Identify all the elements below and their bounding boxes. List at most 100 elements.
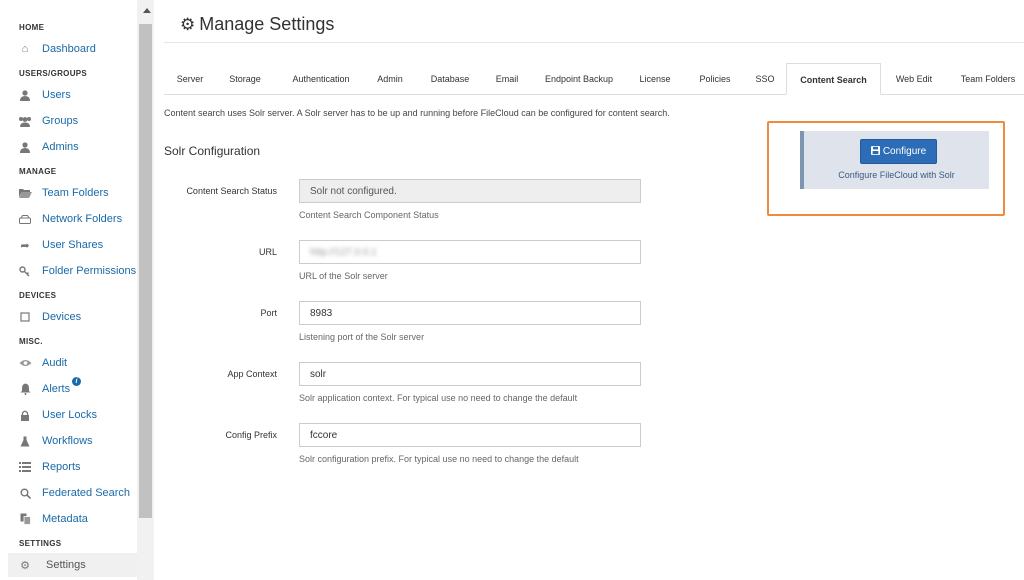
config-prefix-help: Solr configuration prefix. For typical u… xyxy=(299,454,579,464)
port-field[interactable]: 8983 xyxy=(299,301,641,325)
users-icon xyxy=(18,115,32,127)
port-label: Port xyxy=(260,308,277,318)
tab-content-search[interactable]: Content Search xyxy=(786,63,881,95)
eye-icon xyxy=(18,357,32,369)
app-context-field[interactable]: solr xyxy=(299,362,641,386)
sidebar-item-label: Workflows xyxy=(42,435,93,447)
sidebar-item-federated-search[interactable]: Federated Search xyxy=(18,484,130,502)
sidebar-item-devices[interactable]: Devices xyxy=(18,308,81,326)
section-home: HOME xyxy=(19,23,45,32)
sidebar-item-user-shares[interactable]: ➦ User Shares xyxy=(18,236,103,254)
configure-caption: Configure FileCloud with Solr xyxy=(838,170,955,180)
url-field[interactable]: http://127.0.0.1 xyxy=(299,240,641,264)
main-content: ⚙ Manage Settings Server Storage Authent… xyxy=(154,0,1024,580)
tab-sso[interactable]: SSO xyxy=(752,68,778,95)
sidebar-item-label: Admins xyxy=(42,141,79,153)
url-help: URL of the Solr server xyxy=(299,271,388,281)
scroll-up-arrow-icon[interactable] xyxy=(143,8,151,13)
tab-license[interactable]: License xyxy=(636,68,674,95)
sidebar-item-workflows[interactable]: Workflows xyxy=(18,432,93,450)
drive-icon xyxy=(18,213,32,225)
status-field: Solr not configured. xyxy=(299,179,641,203)
page-title-text: Manage Settings xyxy=(199,14,335,34)
sidebar-item-label: User Locks xyxy=(42,409,98,421)
tab-endpoint-backup[interactable]: Endpoint Backup xyxy=(540,68,618,95)
tab-database[interactable]: Database xyxy=(426,68,474,95)
bell-icon xyxy=(18,383,32,395)
tab-server[interactable]: Server xyxy=(170,68,210,95)
list-icon xyxy=(18,461,32,473)
sidebar-item-label: Settings xyxy=(46,559,86,571)
section-users-groups: USERS/GROUPS xyxy=(19,69,88,78)
gear-icon: ⚙ xyxy=(180,14,196,34)
sidebar-item-label: Alerts xyxy=(42,383,71,395)
section-devices: DEVICES xyxy=(19,291,57,300)
key-icon xyxy=(18,265,32,277)
status-label: Content Search Status xyxy=(186,186,277,196)
tab-email[interactable]: Email xyxy=(492,68,522,95)
flask-icon xyxy=(18,435,32,447)
sidebar-item-user-locks[interactable]: User Locks xyxy=(18,406,97,424)
section-settings: SETTINGS xyxy=(19,539,62,548)
port-help: Listening port of the Solr server xyxy=(299,332,425,342)
status-help: Content Search Component Status xyxy=(299,210,439,220)
gear-icon: ⚙ xyxy=(20,559,30,572)
sidebar-item-admins[interactable]: Admins xyxy=(18,138,79,156)
scrollbar-thumb[interactable] xyxy=(139,24,152,518)
sidebar: HOME ⌂ Dashboard USERS/GROUPS Users Grou… xyxy=(0,0,137,580)
tab-web-edit[interactable]: Web Edit xyxy=(890,68,938,95)
sidebar-item-label: Team Folders xyxy=(42,187,109,199)
copy-icon xyxy=(18,513,32,525)
section-manage: MANAGE xyxy=(19,167,57,176)
configure-button[interactable]: Configure xyxy=(860,139,937,164)
sidebar-item-folder-permissions[interactable]: Folder Permissions xyxy=(18,262,136,280)
device-icon xyxy=(18,311,32,323)
admin-icon xyxy=(18,141,32,153)
tab-authentication[interactable]: Authentication xyxy=(284,68,358,95)
sidebar-item-audit[interactable]: Audit xyxy=(18,354,67,372)
intro-text: Content search uses Solr server. A Solr … xyxy=(164,108,670,118)
section-title: Solr Configuration xyxy=(164,144,261,158)
page-title: ⚙ Manage Settings xyxy=(180,14,334,35)
sidebar-item-settings[interactable]: ⚙ Settings xyxy=(8,553,137,577)
sidebar-item-label: User Shares xyxy=(42,239,104,251)
user-icon xyxy=(18,89,32,101)
sidebar-item-reports[interactable]: Reports xyxy=(18,458,81,476)
config-prefix-label: Config Prefix xyxy=(225,430,277,440)
share-icon: ➦ xyxy=(20,239,30,252)
title-divider xyxy=(164,42,1024,43)
url-label: URL xyxy=(258,247,277,257)
home-icon: ⌂ xyxy=(21,43,29,55)
app-context-help: Solr application context. For typical us… xyxy=(299,393,578,403)
tab-admin[interactable]: Admin xyxy=(372,68,408,95)
tab-policies[interactable]: Policies xyxy=(694,68,736,95)
tab-storage[interactable]: Storage xyxy=(218,68,272,95)
sidebar-item-network-folders[interactable]: Network Folders xyxy=(18,210,122,228)
sidebar-item-team-folders[interactable]: Team Folders xyxy=(18,184,109,202)
config-prefix-field[interactable]: fccore xyxy=(299,423,641,447)
search-icon xyxy=(18,487,32,499)
lock-icon xyxy=(18,409,32,421)
configure-button-label: Configure xyxy=(882,146,927,157)
sidebar-item-label: Audit xyxy=(42,357,68,369)
sidebar-item-label: Reports xyxy=(42,461,81,473)
save-icon xyxy=(870,146,880,157)
sidebar-item-label: Users xyxy=(42,89,71,101)
sidebar-item-dashboard[interactable]: ⌂ Dashboard xyxy=(18,40,96,58)
sidebar-item-groups[interactable]: Groups xyxy=(18,112,78,130)
app-context-label: App Context xyxy=(227,369,277,379)
sidebar-item-label: Network Folders xyxy=(42,213,123,225)
sidebar-item-label: Devices xyxy=(42,311,82,323)
sidebar-item-label: Metadata xyxy=(42,513,88,525)
folder-open-icon xyxy=(18,187,32,199)
settings-tabs: Server Storage Authentication Admin Data… xyxy=(164,63,1024,95)
sidebar-item-users[interactable]: Users xyxy=(18,86,71,104)
alert-badge-icon: i xyxy=(72,377,81,386)
sidebar-item-label: Groups xyxy=(42,115,79,127)
sidebar-item-label: Dashboard xyxy=(42,43,96,55)
configure-panel: Configure Configure FileCloud with Solr xyxy=(800,131,989,189)
tab-team-folders[interactable]: Team Folders xyxy=(956,68,1020,95)
sidebar-item-alerts[interactable]: Alerts i xyxy=(18,377,81,398)
sidebar-item-label: Folder Permissions xyxy=(42,265,137,277)
sidebar-item-metadata[interactable]: Metadata xyxy=(18,510,88,528)
